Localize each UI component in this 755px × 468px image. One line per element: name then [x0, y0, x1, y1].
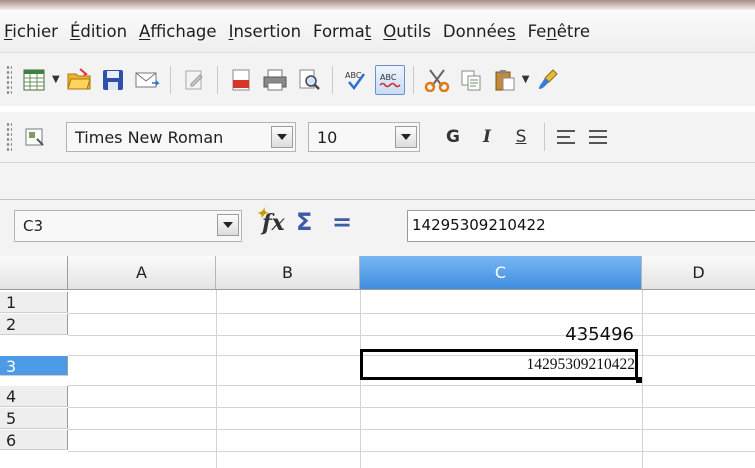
menu-fenetre[interactable]: Fenêtre: [528, 22, 590, 41]
formula-bar: C3 ✦ fx Σ = 14295309210422: [0, 200, 755, 256]
menu-donnees[interactable]: Données: [443, 22, 516, 41]
svg-text:ABC: ABC: [380, 73, 397, 82]
fill-handle[interactable]: [636, 377, 642, 383]
save-disk-icon[interactable]: [98, 65, 128, 95]
row-header-1[interactable]: 1: [0, 292, 68, 313]
column-header-d[interactable]: D: [642, 256, 755, 290]
font-size-combo[interactable]: 10: [308, 122, 420, 152]
row-header-2[interactable]: 2: [0, 314, 68, 335]
column-header-b[interactable]: B: [216, 256, 360, 290]
menu-fichier[interactable]: Fichier: [4, 22, 58, 41]
toolbar-separator: [331, 65, 333, 94]
export-pdf-icon[interactable]: [226, 65, 256, 95]
cell-c2[interactable]: 435496: [360, 324, 634, 345]
open-folder-icon[interactable]: [64, 65, 94, 95]
column-header-c[interactable]: C: [360, 256, 642, 290]
name-box-dropdown-button[interactable]: [217, 214, 239, 236]
row-header-6[interactable]: 6: [0, 430, 68, 450]
cell-reference: C3: [23, 217, 44, 235]
font-name-combo[interactable]: Times New Roman: [66, 122, 296, 152]
gridline: [68, 407, 755, 408]
function-equals-icon[interactable]: =: [332, 208, 352, 236]
align-center-icon[interactable]: [585, 127, 611, 147]
formula-input[interactable]: 14295309210422: [407, 210, 755, 242]
menu-outils[interactable]: Outils: [383, 22, 431, 41]
new-dropdown-arrow[interactable]: ▼: [52, 74, 60, 85]
font-name-value: Times New Roman: [75, 127, 224, 147]
gridline: [68, 429, 755, 430]
function-wizard-icon[interactable]: ✦ fx: [256, 206, 285, 236]
spellcheck-icon[interactable]: ABC: [341, 65, 371, 95]
gridline: [216, 290, 217, 468]
toolbar-grip[interactable]: [6, 122, 12, 152]
print-icon[interactable]: [260, 65, 290, 95]
menu-insertion[interactable]: Insertion: [229, 22, 301, 41]
font-size-value: 10: [317, 127, 338, 147]
window-title-strip: [0, 0, 755, 10]
gridline: [68, 451, 755, 452]
bold-button[interactable]: G: [438, 127, 468, 147]
toolbar-separator: [412, 65, 414, 94]
select-all-corner[interactable]: [0, 256, 68, 290]
styles-icon[interactable]: [20, 122, 50, 152]
gridline: [68, 313, 755, 314]
underline-button[interactable]: S: [506, 127, 536, 147]
gridline: [68, 385, 755, 386]
menu-affichage[interactable]: Affichage: [139, 22, 217, 41]
toolbar-dock-area: [0, 162, 755, 200]
row-header-4[interactable]: 4: [0, 386, 68, 407]
toolbar-separator: [216, 65, 218, 94]
formatting-toolbar: Times New Roman 10 G I S: [0, 112, 755, 162]
toolbar-grip[interactable]: [6, 64, 12, 95]
paste-dropdown-arrow[interactable]: ▼: [522, 74, 530, 85]
cut-icon[interactable]: [422, 65, 452, 95]
new-document-icon[interactable]: [20, 65, 50, 95]
format-paintbrush-icon[interactable]: [533, 65, 563, 95]
menu-format[interactable]: Format: [313, 22, 371, 41]
toolbar-separator: [544, 123, 545, 151]
standard-toolbar: ▼ ABC ABC ▼: [0, 52, 755, 106]
italic-button[interactable]: I: [472, 127, 502, 147]
cell-c3-active[interactable]: 14295309210422: [360, 349, 638, 380]
menu-bar: Fichier Édition Affichage Insertion Form…: [0, 10, 755, 52]
page-preview-icon[interactable]: [294, 65, 324, 95]
font-name-dropdown-button[interactable]: [271, 126, 293, 148]
toolbar-separator: [169, 65, 171, 94]
name-box[interactable]: C3: [14, 210, 242, 242]
email-icon[interactable]: [132, 65, 162, 95]
column-header-a[interactable]: A: [68, 256, 216, 290]
autospellcheck-icon[interactable]: ABC: [374, 64, 405, 95]
edit-file-icon[interactable]: [179, 65, 209, 95]
align-left-icon[interactable]: [553, 127, 579, 147]
copy-icon[interactable]: [456, 65, 486, 95]
font-size-dropdown-button[interactable]: [395, 126, 417, 148]
gridline: [642, 290, 643, 468]
row-header-5[interactable]: 5: [0, 408, 68, 429]
paste-icon[interactable]: [490, 65, 520, 95]
menu-edition[interactable]: Édition: [70, 22, 127, 41]
row-header-3[interactable]: 3: [0, 356, 68, 376]
sum-icon[interactable]: Σ: [296, 208, 312, 236]
